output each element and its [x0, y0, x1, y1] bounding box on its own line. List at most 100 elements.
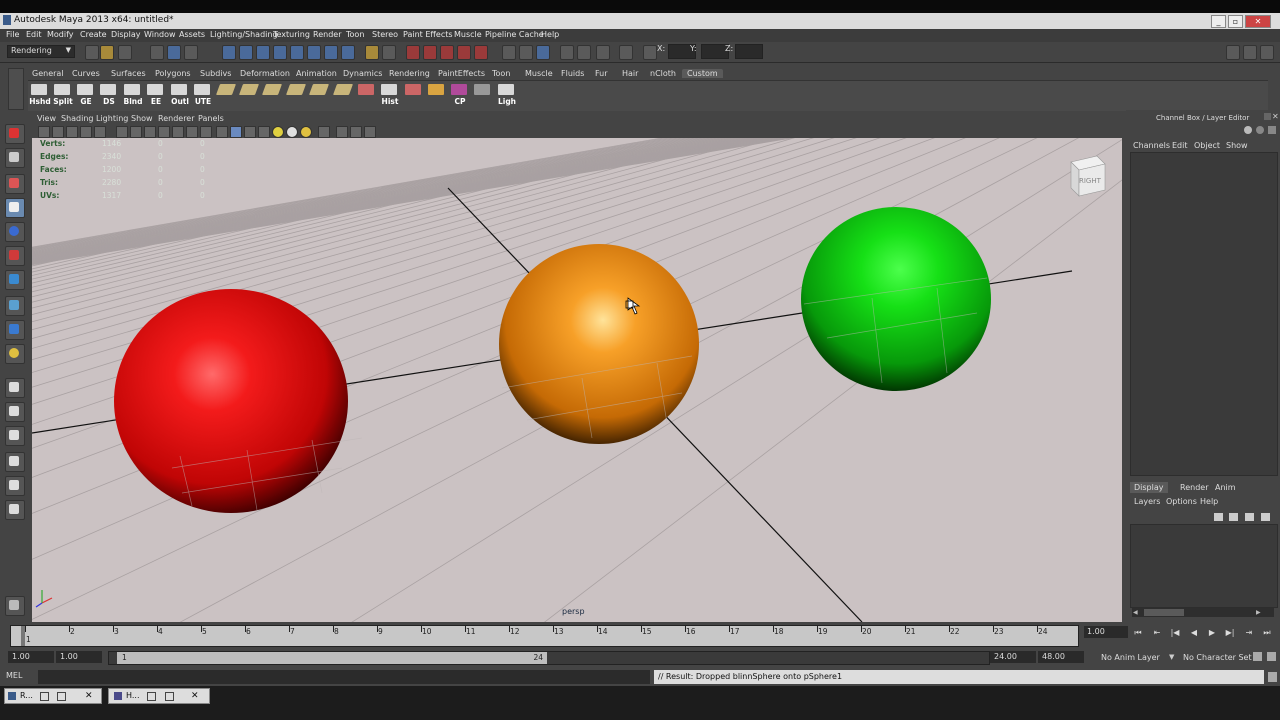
shelf-button-cp[interactable]: CP: [448, 83, 470, 109]
tab-custom[interactable]: Custom: [682, 69, 723, 78]
isolate-icon[interactable]: [502, 45, 516, 60]
tab-surfaces[interactable]: Surfaces: [111, 69, 146, 78]
panel-menu-show[interactable]: Show: [131, 114, 153, 123]
anim-layer-chevron-icon[interactable]: ▼: [1169, 653, 1174, 661]
channel-options-icon[interactable]: [1256, 126, 1264, 134]
task-restore-icon[interactable]: [147, 692, 156, 701]
auto-key-icon[interactable]: [1253, 652, 1262, 661]
channel-menu-channels[interactable]: Channels: [1133, 141, 1170, 150]
render-view-icon[interactable]: [474, 45, 488, 60]
tab-subdivs[interactable]: Subdivs: [200, 69, 231, 78]
go-to-end-icon[interactable]: ⏭: [1261, 627, 1273, 639]
shelf-button-ute[interactable]: UTE: [191, 83, 213, 109]
menu-toon[interactable]: Toon: [346, 30, 364, 39]
range-knob[interactable]: 1 24: [117, 652, 547, 664]
ipr-render-icon[interactable]: [423, 45, 437, 60]
task-maximize-icon[interactable]: [57, 692, 66, 701]
outliner-icon[interactable]: [577, 45, 591, 60]
last-tool-icon[interactable]: [5, 344, 25, 364]
textured-icon[interactable]: [258, 126, 270, 138]
camera-attributes-icon[interactable]: [52, 126, 64, 138]
menu-file[interactable]: File: [6, 30, 19, 39]
task-close-icon[interactable]: ✕: [191, 689, 199, 703]
output-list-icon[interactable]: [341, 45, 355, 60]
command-language-label[interactable]: MEL: [6, 671, 22, 680]
z-field[interactable]: [735, 44, 763, 59]
tab-rendering[interactable]: Rendering: [389, 69, 430, 78]
xray-joints-icon[interactable]: [350, 126, 362, 138]
use-all-lights-icon[interactable]: [272, 126, 284, 138]
panel-menu-shading[interactable]: Shading: [61, 114, 94, 123]
lock-icon[interactable]: [365, 45, 379, 60]
tab-toon[interactable]: Toon: [492, 69, 510, 78]
select-component-icon[interactable]: [184, 45, 198, 60]
new-layer-selected-icon[interactable]: [1261, 513, 1270, 521]
task-restore-icon[interactable]: [40, 692, 49, 701]
tab-dynamics[interactable]: Dynamics: [343, 69, 382, 78]
animation-end-field[interactable]: 48.00: [1038, 651, 1084, 663]
menu-edit[interactable]: Edit: [26, 30, 42, 39]
select-hierarchy-icon[interactable]: [150, 45, 164, 60]
open-scene-icon[interactable]: [100, 45, 114, 60]
wireframe-on-shaded-icon[interactable]: [244, 126, 256, 138]
tab-layer-display[interactable]: Display: [1130, 482, 1168, 493]
shadows-icon[interactable]: [286, 126, 298, 138]
menu-help[interactable]: Help: [541, 30, 559, 39]
smooth-shade-icon[interactable]: [230, 126, 242, 138]
minimize-button[interactable]: _: [1211, 15, 1226, 28]
tab-deformation[interactable]: Deformation: [240, 69, 290, 78]
menu-window[interactable]: Window: [144, 30, 176, 39]
attribute-editor-icon[interactable]: [536, 45, 550, 60]
scroll-right-icon[interactable]: ▶: [1256, 609, 1261, 616]
menu-lighting-shading[interactable]: Lighting/Shading: [210, 30, 278, 39]
snap-curve-icon[interactable]: [239, 45, 253, 60]
default-light-icon[interactable]: [300, 126, 312, 138]
step-back-key-icon[interactable]: |◀: [1169, 627, 1181, 639]
tab-painteffects[interactable]: PaintEffects: [438, 69, 485, 78]
orange-sphere[interactable]: [499, 244, 699, 444]
persp-outliner-layout-icon[interactable]: [5, 426, 25, 446]
layer-scrollbar[interactable]: ◀ ▶: [1132, 608, 1274, 617]
shelf-button-light[interactable]: [355, 83, 377, 109]
task-close-icon[interactable]: ✕: [85, 689, 93, 703]
shelf-button-ee[interactable]: EE: [144, 83, 166, 109]
current-frame-field[interactable]: 1.00: [1084, 626, 1128, 638]
new-layer-icon[interactable]: [1245, 513, 1254, 521]
render-settings-icon[interactable]: [440, 45, 454, 60]
bookmark-icon[interactable]: [66, 126, 78, 138]
play-forwards-icon[interactable]: ▶: [1206, 627, 1218, 639]
layer-list[interactable]: [1130, 524, 1278, 608]
film-gate-icon[interactable]: [116, 126, 128, 138]
show-manipulator-icon[interactable]: [5, 320, 25, 340]
shelf-button-script[interactable]: [471, 83, 493, 109]
animation-start-field[interactable]: 1.00: [8, 651, 54, 663]
panel-menu-renderer[interactable]: Renderer: [158, 114, 195, 123]
field-chart-icon[interactable]: [158, 126, 170, 138]
snap-plane-icon[interactable]: [273, 45, 287, 60]
persp-graph-layout-icon[interactable]: [5, 452, 25, 472]
history-icon[interactable]: [307, 45, 321, 60]
magnet-icon[interactable]: [382, 45, 396, 60]
new-scene-icon[interactable]: [85, 45, 99, 60]
channel-menu-object[interactable]: Object: [1194, 141, 1220, 150]
toggle-attribute-editor-icon[interactable]: [1243, 45, 1257, 60]
taskbar-item-maya[interactable]: R... ✕: [4, 688, 102, 704]
toggle-channel-box-icon[interactable]: [1226, 45, 1240, 60]
current-time-marker[interactable]: [21, 626, 25, 646]
grid-icon[interactable]: [94, 126, 106, 138]
shelf-button-ds[interactable]: DS: [97, 83, 119, 109]
step-back-icon[interactable]: ⇤: [1151, 627, 1163, 639]
shelf-button-spotlight[interactable]: [402, 83, 424, 109]
shelf-button-split[interactable]: Split: [51, 83, 73, 109]
green-sphere[interactable]: [801, 207, 991, 391]
snap-point-icon[interactable]: [256, 45, 270, 60]
menu-stereo[interactable]: Stereo: [372, 30, 398, 39]
tool-settings-icon[interactable]: [560, 45, 574, 60]
coordinate-mode-icon[interactable]: [643, 45, 657, 60]
gate-mask-icon[interactable]: [144, 126, 156, 138]
paint-select-tool-icon[interactable]: [5, 174, 25, 194]
scale-tool-icon[interactable]: [5, 246, 25, 266]
channel-edit-icon[interactable]: [1268, 126, 1276, 134]
select-tool-icon[interactable]: [5, 124, 25, 144]
channel-menu-edit[interactable]: Edit: [1172, 141, 1188, 150]
